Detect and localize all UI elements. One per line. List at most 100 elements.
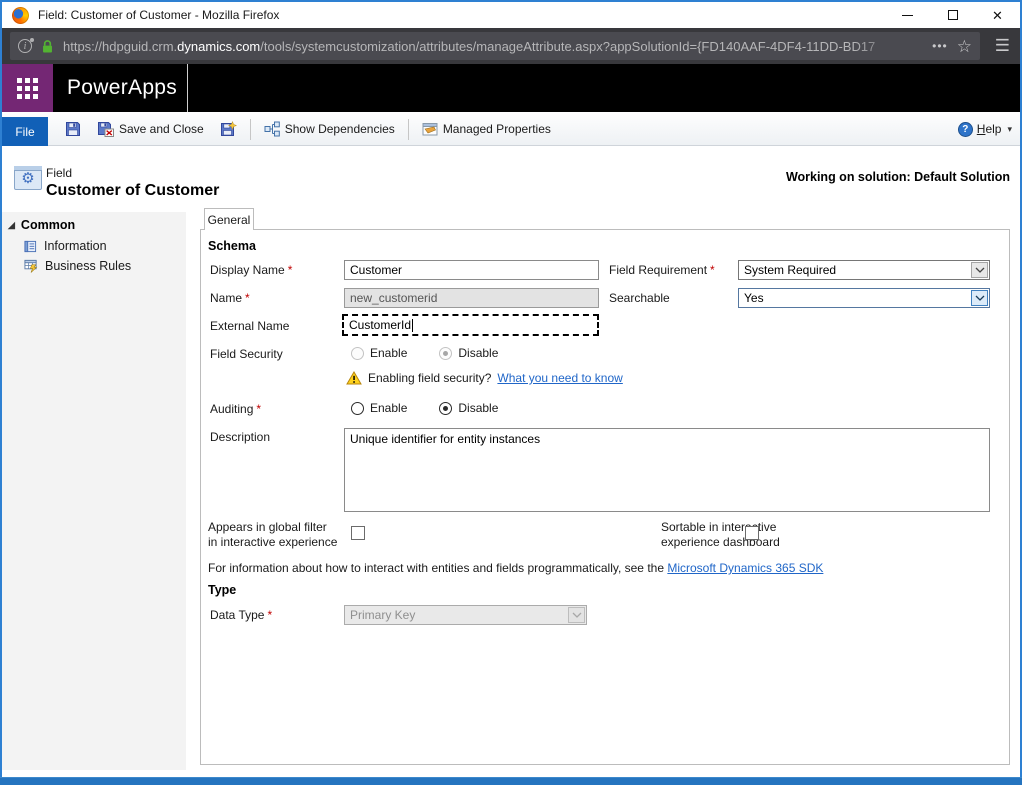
show-dependencies-label: Show Dependencies (285, 122, 395, 136)
save-and-close-button[interactable]: Save and Close (94, 119, 207, 139)
firefox-icon (12, 7, 29, 24)
field-security-enable-label: Enable (370, 346, 407, 360)
warning-icon (346, 371, 362, 385)
required-marker: * (288, 263, 293, 277)
searchable-select[interactable]: Yes (738, 288, 990, 308)
url-field[interactable]: i https://hdpguid.crm.dynamics.com/tools… (10, 32, 980, 60)
maximize-button[interactable] (930, 2, 975, 28)
app-header-divider (187, 64, 188, 112)
required-marker: * (256, 402, 261, 416)
auditing-disable-label: Disable (458, 401, 498, 415)
file-tab[interactable]: File (2, 117, 48, 146)
display-name-label: Display Name* (210, 263, 292, 277)
url-path: /tools/systemcustomization/attributes/ma… (260, 39, 875, 54)
window-border-bottom (0, 777, 1022, 785)
managed-properties-label: Managed Properties (443, 122, 551, 136)
data-type-select: Primary Key (344, 605, 587, 625)
field-security-radios: Enable Disable (351, 346, 498, 360)
auditing-enable-radio[interactable] (351, 402, 364, 415)
global-filter-checkbox[interactable] (351, 526, 365, 540)
save-and-close-label: Save and Close (119, 122, 204, 136)
sdk-note: For information about how to interact wi… (208, 561, 823, 575)
tab-general[interactable]: General (204, 208, 254, 230)
sdk-note-text: For information about how to interact wi… (208, 561, 667, 575)
title-bar: Field: Customer of Customer - Mozilla Fi… (2, 2, 1020, 28)
sortable-checkbox[interactable] (745, 526, 759, 540)
business-rules-icon (24, 259, 38, 273)
site-info-icon[interactable]: i (18, 39, 32, 53)
lock-icon[interactable] (41, 39, 54, 54)
data-type-label: Data Type* (210, 608, 272, 622)
auditing-label: Auditing* (210, 402, 261, 416)
auditing-disable-radio[interactable] (439, 402, 452, 415)
sidebar-item-business-rules[interactable]: Business Rules (2, 256, 186, 276)
what-you-need-to-know-link[interactable]: What you need to know (497, 371, 622, 385)
command-bar: File Save and Close (2, 112, 1020, 146)
sidebar-group-label: Common (21, 218, 75, 232)
help-button[interactable]: ? Help ▾ (958, 112, 1012, 146)
field-requirement-label: Field Requirement* (609, 263, 715, 277)
field-requirement-select[interactable]: System Required (738, 260, 990, 280)
field-security-disable-radio (439, 347, 452, 360)
toolbar-separator (408, 119, 409, 140)
main-content: ⚙ Field Customer of Customer Working on … (2, 146, 1020, 777)
required-marker: * (267, 608, 272, 622)
tree-expander-icon: ◢ (8, 220, 15, 231)
help-label: Help (977, 122, 1002, 136)
save-button[interactable] (62, 119, 84, 139)
toolbar-buttons: Save and Close Show Dependencies (62, 112, 554, 146)
window-title: Field: Customer of Customer - Mozilla Fi… (38, 8, 885, 22)
text-caret (412, 319, 413, 332)
app-launcher-button[interactable] (2, 64, 53, 112)
minimize-icon (902, 15, 913, 16)
sidebar-item-label: Business Rules (45, 259, 131, 273)
searchable-label: Searchable (609, 291, 670, 305)
external-name-label: External Name (210, 319, 289, 333)
dynamics-sdk-link[interactable]: Microsoft Dynamics 365 SDK (667, 561, 823, 575)
name-input: new_customerid (344, 288, 599, 308)
chevron-down-icon: ▾ (1007, 124, 1012, 135)
warning-text: Enabling field security? (368, 371, 491, 385)
managed-properties-button[interactable]: Managed Properties (419, 119, 554, 139)
required-marker: * (710, 263, 715, 277)
schema-section-heading: Schema (208, 239, 256, 253)
menu-icon[interactable]: ☰ (995, 28, 1010, 64)
bookmark-star-icon[interactable]: ☆ (957, 38, 972, 55)
working-on-solution-label: Working on solution: Default Solution (786, 170, 1010, 184)
description-textarea[interactable]: Unique identifier for entity instances (344, 428, 990, 512)
close-button[interactable]: ✕ (975, 2, 1020, 28)
sidebar-group-common[interactable]: ◢ Common (2, 212, 186, 236)
chevron-down-icon (568, 607, 585, 623)
display-name-input[interactable]: Customer (344, 260, 599, 280)
url-domain: dynamics.com (177, 39, 260, 54)
sidebar-item-label: Information (44, 239, 107, 253)
address-url[interactable]: https://hdpguid.crm.dynamics.com/tools/s… (63, 39, 923, 54)
sortable-label-line2: experience dashboard (661, 535, 780, 549)
field-security-disable-label: Disable (458, 346, 498, 360)
auditing-enable-label: Enable (370, 401, 407, 415)
chevron-down-icon (971, 262, 988, 278)
browser-toolbar: i https://hdpguid.crm.dynamics.com/tools… (2, 28, 1020, 64)
url-scheme-host: https://hdpguid.crm. (63, 39, 177, 54)
url-fade (853, 39, 923, 54)
description-label: Description (210, 430, 270, 444)
save-and-new-icon (220, 121, 237, 137)
sidebar: ◢ Common Information (2, 212, 186, 770)
type-section-heading: Type (208, 583, 236, 597)
field-security-warning: Enabling field security? What you need t… (346, 371, 623, 385)
sidebar-item-information[interactable]: Information (2, 236, 186, 256)
global-filter-label-line1: Appears in global filter (208, 520, 327, 534)
browser-window: Field: Customer of Customer - Mozilla Fi… (0, 0, 1022, 785)
page-actions-icon[interactable]: ••• (932, 39, 948, 53)
chevron-down-icon (971, 290, 988, 306)
general-panel: Schema Display Name* Customer Field Requ… (200, 229, 1010, 765)
brand-title: PowerApps (67, 64, 177, 112)
sortable-label-line1: Sortable in interactive (661, 520, 776, 534)
save-and-new-button[interactable] (217, 119, 240, 139)
name-label: Name* (210, 291, 250, 305)
show-dependencies-button[interactable]: Show Dependencies (261, 119, 398, 139)
field-gear-icon: ⚙ (14, 166, 42, 190)
minimize-button[interactable] (885, 2, 930, 28)
close-icon: ✕ (992, 9, 1003, 22)
external-name-input[interactable]: CustomerId (342, 314, 599, 336)
